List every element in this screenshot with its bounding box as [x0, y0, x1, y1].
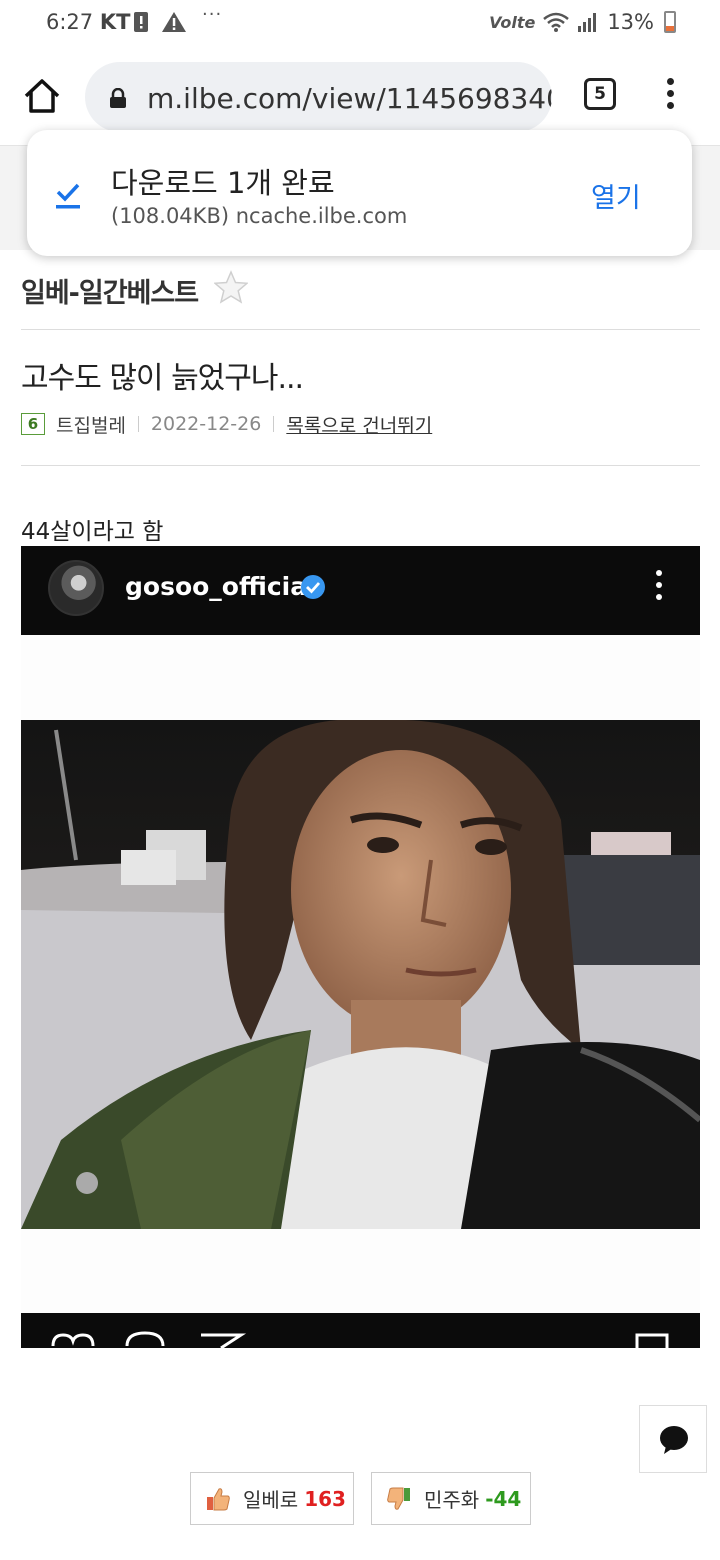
clock-text: 6:27 — [46, 10, 94, 34]
download-done-icon — [56, 183, 80, 209]
author-name[interactable]: 트집벌레 — [56, 411, 126, 438]
post-body-text: 44살이라고 함 — [21, 519, 164, 545]
divider — [21, 465, 700, 466]
battery-icon — [664, 11, 676, 33]
board-name[interactable]: 일베-일간베스트 — [21, 271, 199, 310]
instagram-action-bar — [21, 1313, 700, 1348]
post-image: gosoo_official — [21, 546, 700, 1348]
upvote-count: 163 — [304, 1486, 346, 1511]
skip-to-list-link[interactable]: 목록으로 건너뛰기 — [286, 411, 432, 438]
download-complete-popup: 다운로드 1개 완료 (108.04KB) ncache.ilbe.com 열기 — [27, 130, 692, 256]
post-title: 고수도 많이 늙었구나... — [21, 361, 304, 396]
downvote-count: -44 — [485, 1486, 522, 1511]
verified-badge-icon — [301, 575, 325, 599]
download-title: 다운로드 1개 완료 — [111, 166, 335, 200]
instagram-actions-icon — [51, 1331, 669, 1348]
thumbs-down-icon — [387, 1487, 410, 1510]
browser-toolbar: m.ilbe.com/view/11456983404 5 — [0, 56, 720, 140]
selfie-photo — [21, 720, 700, 1229]
status-time: 6:27 KT — [46, 10, 130, 34]
avatar — [48, 560, 104, 616]
lock-icon — [110, 88, 126, 108]
instagram-username: gosoo_official — [125, 572, 316, 601]
downvote-button[interactable]: 민주화 -44 — [371, 1472, 531, 1525]
wifi-icon — [543, 12, 570, 32]
battery-percent: 13% — [607, 10, 654, 34]
comments-button[interactable] — [639, 1405, 707, 1473]
signal-icon — [578, 13, 597, 32]
upvote-label: 일베로 — [243, 1488, 299, 1512]
warning-icon — [162, 12, 186, 32]
more-notifications-icon: ··· — [202, 4, 223, 25]
upvote-button[interactable]: 일베로 163 — [190, 1472, 354, 1525]
post-date: 2022-12-26 — [150, 413, 262, 435]
chat-bubble-icon — [660, 1426, 688, 1454]
address-bar[interactable]: m.ilbe.com/view/11456983404 — [85, 62, 552, 132]
status-bar: 6:27 KT ··· Volte 13% — [0, 0, 720, 48]
open-download-button[interactable]: 열기 — [591, 176, 641, 215]
download-detail: (108.04KB) ncache.ilbe.com — [111, 204, 408, 228]
thumbs-up-icon — [207, 1487, 230, 1510]
downvote-label: 민주화 — [424, 1488, 480, 1512]
author-level-badge: 6 — [21, 413, 45, 435]
overflow-menu-icon[interactable] — [660, 76, 680, 116]
sim-alert-icon — [134, 12, 148, 32]
post-meta: 6 트집벌레 2022-12-26 목록으로 건너뛰기 — [21, 411, 432, 437]
meta-separator — [137, 416, 139, 432]
tabs-icon[interactable]: 5 — [584, 78, 616, 110]
instagram-header: gosoo_official — [21, 546, 700, 635]
status-right: Volte 13% — [489, 10, 676, 34]
instagram-more-icon — [653, 570, 665, 604]
favorite-star-icon[interactable] — [214, 270, 248, 304]
carrier-label: KT — [99, 10, 131, 34]
home-icon[interactable] — [22, 76, 62, 116]
url-text: m.ilbe.com/view/11456983404 — [147, 82, 552, 115]
volte-indicator: Volte — [489, 12, 536, 32]
divider — [21, 329, 700, 330]
meta-separator — [273, 416, 275, 432]
